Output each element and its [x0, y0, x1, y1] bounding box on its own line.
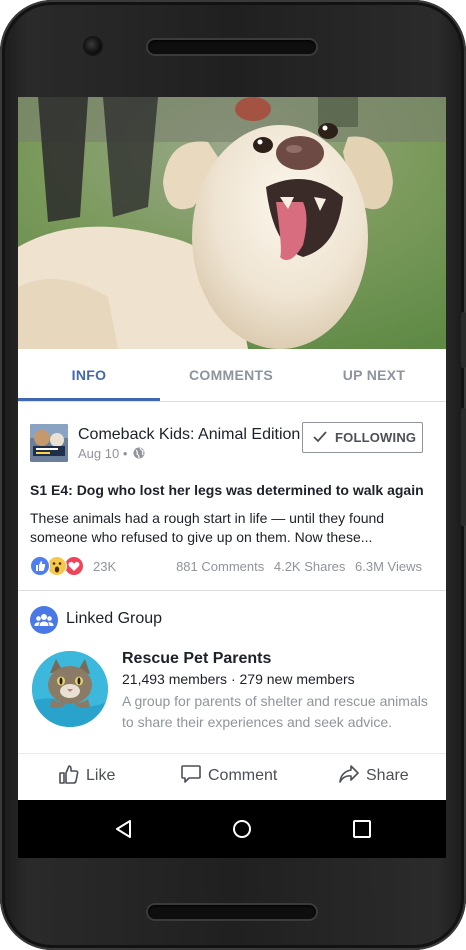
active-tab-indicator — [18, 398, 160, 401]
bottom-speaker — [148, 905, 316, 919]
post-date: Aug 10 • — [78, 446, 128, 461]
comment-button[interactable]: Comment — [180, 754, 277, 800]
volume-button — [461, 312, 466, 368]
thumbs-up-icon — [59, 764, 79, 784]
page-avatar[interactable] — [30, 424, 68, 462]
video-player[interactable] — [18, 97, 446, 349]
recents-icon[interactable] — [351, 818, 373, 840]
group-description: A group for parents of shelter and rescu… — [122, 693, 428, 730]
group-name[interactable]: Rescue Pet Parents — [122, 650, 271, 668]
group-avatar-image — [32, 651, 108, 727]
share-button[interactable]: Share — [338, 754, 409, 800]
share-label: Share — [366, 767, 409, 784]
power-button — [461, 408, 466, 526]
comments-count[interactable]: 881 Comments — [176, 559, 264, 574]
top-speaker — [148, 40, 316, 54]
tab-bar: INFO COMMENTS UP NEXT — [18, 349, 446, 402]
system-nav-bar — [18, 800, 446, 858]
post-description[interactable]: These animals had a rough start in life … — [30, 509, 430, 547]
post-meta: Aug 10 • — [78, 446, 145, 461]
page-avatar-image — [30, 424, 68, 462]
group-avatar[interactable] — [32, 651, 108, 727]
engagement-stats: 881 Comments 4.2K Shares 6.3M Views — [170, 559, 422, 574]
love-reaction-icon — [64, 556, 84, 576]
tab-info[interactable]: INFO — [18, 349, 160, 401]
back-icon[interactable] — [113, 818, 135, 840]
tab-comments[interactable]: COMMENTS — [160, 349, 302, 401]
following-label: FOLLOWING — [335, 430, 417, 445]
post-title: S1 E4: Dog who lost her legs was determi… — [30, 482, 424, 498]
like-reaction-icon — [30, 556, 50, 576]
home-icon[interactable] — [231, 818, 253, 840]
section-divider — [18, 590, 446, 591]
comment-label: Comment — [208, 767, 278, 784]
comment-icon — [181, 764, 201, 783]
like-label: Like — [86, 767, 116, 784]
page-name[interactable]: Comeback Kids: Animal Edition — [78, 426, 300, 444]
action-bar: Like Comment Share — [18, 753, 446, 800]
checkmark-icon — [313, 431, 327, 443]
globe-icon — [133, 447, 145, 459]
screen: INFO COMMENTS UP NEXT Comeback Kids: Ani… — [18, 97, 446, 858]
tab-up-next[interactable]: UP NEXT — [302, 349, 446, 401]
group-icon — [30, 606, 58, 634]
shares-count[interactable]: 4.2K Shares — [274, 559, 346, 574]
following-button[interactable]: FOLLOWING — [302, 422, 423, 453]
wow-reaction-icon — [47, 556, 67, 576]
linked-group-title: Linked Group — [66, 610, 163, 627]
video-frame-image — [18, 97, 446, 349]
group-members: 21,493 members · 279 new members — [122, 671, 355, 687]
share-icon — [339, 764, 359, 783]
views-count: 6.3M Views — [355, 559, 422, 574]
like-button[interactable]: Like — [58, 754, 115, 800]
front-camera — [85, 38, 101, 54]
phone-frame: INFO COMMENTS UP NEXT Comeback Kids: Ani… — [0, 0, 466, 950]
reaction-count[interactable]: 23K — [93, 559, 116, 574]
